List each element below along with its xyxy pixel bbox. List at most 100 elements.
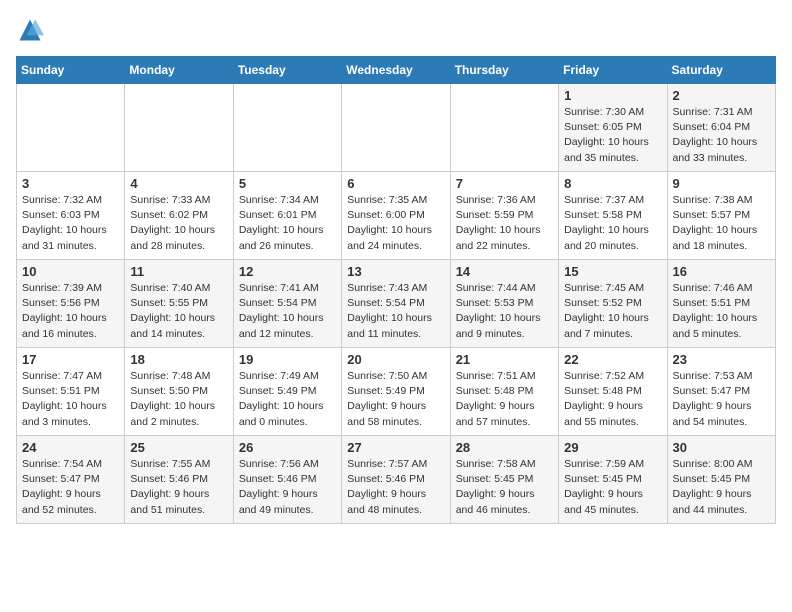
day-number: 8 bbox=[564, 176, 661, 191]
day-number: 19 bbox=[239, 352, 336, 367]
day-info: Sunrise: 7:53 AM Sunset: 5:47 PM Dayligh… bbox=[673, 369, 770, 430]
day-info: Sunrise: 7:38 AM Sunset: 5:57 PM Dayligh… bbox=[673, 193, 770, 254]
day-number: 14 bbox=[456, 264, 553, 279]
day-number: 15 bbox=[564, 264, 661, 279]
day-info: Sunrise: 7:48 AM Sunset: 5:50 PM Dayligh… bbox=[130, 369, 227, 430]
calendar-cell: 17 Sunrise: 7:47 AM Sunset: 5:51 PM Dayli… bbox=[17, 348, 125, 436]
day-info: Sunrise: 7:44 AM Sunset: 5:53 PM Dayligh… bbox=[456, 281, 553, 342]
day-info: Sunrise: 7:31 AM Sunset: 6:04 PM Dayligh… bbox=[673, 105, 770, 166]
col-header-sunday: Sunday bbox=[17, 57, 125, 84]
day-number: 18 bbox=[130, 352, 227, 367]
calendar-cell: 10 Sunrise: 7:39 AM Sunset: 5:56 PM Dayli… bbox=[17, 260, 125, 348]
day-info: Sunrise: 7:50 AM Sunset: 5:49 PM Dayligh… bbox=[347, 369, 444, 430]
calendar-cell: 29 Sunrise: 7:59 AM Sunset: 5:45 PM Dayli… bbox=[559, 436, 667, 524]
calendar-cell bbox=[125, 84, 233, 172]
day-number: 25 bbox=[130, 440, 227, 455]
day-info: Sunrise: 7:52 AM Sunset: 5:48 PM Dayligh… bbox=[564, 369, 661, 430]
day-number: 21 bbox=[456, 352, 553, 367]
day-info: Sunrise: 7:45 AM Sunset: 5:52 PM Dayligh… bbox=[564, 281, 661, 342]
calendar-cell bbox=[450, 84, 558, 172]
day-number: 28 bbox=[456, 440, 553, 455]
day-number: 27 bbox=[347, 440, 444, 455]
calendar-cell: 7 Sunrise: 7:36 AM Sunset: 5:59 PM Daylig… bbox=[450, 172, 558, 260]
day-number: 5 bbox=[239, 176, 336, 191]
day-info: Sunrise: 7:34 AM Sunset: 6:01 PM Dayligh… bbox=[239, 193, 336, 254]
calendar-cell: 18 Sunrise: 7:48 AM Sunset: 5:50 PM Dayli… bbox=[125, 348, 233, 436]
calendar-cell: 8 Sunrise: 7:37 AM Sunset: 5:58 PM Daylig… bbox=[559, 172, 667, 260]
col-header-wednesday: Wednesday bbox=[342, 57, 450, 84]
col-header-monday: Monday bbox=[125, 57, 233, 84]
day-info: Sunrise: 7:46 AM Sunset: 5:51 PM Dayligh… bbox=[673, 281, 770, 342]
day-number: 29 bbox=[564, 440, 661, 455]
calendar-header-row: SundayMondayTuesdayWednesdayThursdayFrid… bbox=[17, 57, 776, 84]
day-info: Sunrise: 7:58 AM Sunset: 5:45 PM Dayligh… bbox=[456, 457, 553, 518]
calendar-cell: 22 Sunrise: 7:52 AM Sunset: 5:48 PM Dayli… bbox=[559, 348, 667, 436]
day-info: Sunrise: 7:30 AM Sunset: 6:05 PM Dayligh… bbox=[564, 105, 661, 166]
day-number: 16 bbox=[673, 264, 770, 279]
calendar-cell: 11 Sunrise: 7:40 AM Sunset: 5:55 PM Dayli… bbox=[125, 260, 233, 348]
day-number: 12 bbox=[239, 264, 336, 279]
day-number: 4 bbox=[130, 176, 227, 191]
calendar-week-row: 3 Sunrise: 7:32 AM Sunset: 6:03 PM Daylig… bbox=[17, 172, 776, 260]
day-info: Sunrise: 7:33 AM Sunset: 6:02 PM Dayligh… bbox=[130, 193, 227, 254]
calendar-cell: 6 Sunrise: 7:35 AM Sunset: 6:00 PM Daylig… bbox=[342, 172, 450, 260]
calendar-cell: 5 Sunrise: 7:34 AM Sunset: 6:01 PM Daylig… bbox=[233, 172, 341, 260]
day-info: Sunrise: 7:39 AM Sunset: 5:56 PM Dayligh… bbox=[22, 281, 119, 342]
day-number: 30 bbox=[673, 440, 770, 455]
day-number: 2 bbox=[673, 88, 770, 103]
calendar-week-row: 10 Sunrise: 7:39 AM Sunset: 5:56 PM Dayli… bbox=[17, 260, 776, 348]
col-header-saturday: Saturday bbox=[667, 57, 775, 84]
day-info: Sunrise: 7:57 AM Sunset: 5:46 PM Dayligh… bbox=[347, 457, 444, 518]
day-info: Sunrise: 7:56 AM Sunset: 5:46 PM Dayligh… bbox=[239, 457, 336, 518]
day-number: 3 bbox=[22, 176, 119, 191]
calendar-week-row: 24 Sunrise: 7:54 AM Sunset: 5:47 PM Dayli… bbox=[17, 436, 776, 524]
day-info: Sunrise: 7:47 AM Sunset: 5:51 PM Dayligh… bbox=[22, 369, 119, 430]
calendar-cell: 27 Sunrise: 7:57 AM Sunset: 5:46 PM Dayli… bbox=[342, 436, 450, 524]
day-info: Sunrise: 7:36 AM Sunset: 5:59 PM Dayligh… bbox=[456, 193, 553, 254]
calendar-cell: 1 Sunrise: 7:30 AM Sunset: 6:05 PM Daylig… bbox=[559, 84, 667, 172]
page-header bbox=[16, 16, 776, 44]
calendar-week-row: 1 Sunrise: 7:30 AM Sunset: 6:05 PM Daylig… bbox=[17, 84, 776, 172]
day-info: Sunrise: 7:32 AM Sunset: 6:03 PM Dayligh… bbox=[22, 193, 119, 254]
day-info: Sunrise: 7:37 AM Sunset: 5:58 PM Dayligh… bbox=[564, 193, 661, 254]
calendar-cell: 21Sunrise: 7:51 AM Sunset: 5:48 PM Dayli… bbox=[450, 348, 558, 436]
calendar-cell: 15 Sunrise: 7:45 AM Sunset: 5:52 PM Dayli… bbox=[559, 260, 667, 348]
calendar-cell bbox=[342, 84, 450, 172]
day-info: Sunrise: 7:43 AM Sunset: 5:54 PM Dayligh… bbox=[347, 281, 444, 342]
day-number: 23 bbox=[673, 352, 770, 367]
day-number: 17 bbox=[22, 352, 119, 367]
calendar-cell: 14 Sunrise: 7:44 AM Sunset: 5:53 PM Dayli… bbox=[450, 260, 558, 348]
day-number: 20 bbox=[347, 352, 444, 367]
calendar-cell: 2 Sunrise: 7:31 AM Sunset: 6:04 PM Daylig… bbox=[667, 84, 775, 172]
day-number: 7 bbox=[456, 176, 553, 191]
day-info: Sunrise: 7:40 AM Sunset: 5:55 PM Dayligh… bbox=[130, 281, 227, 342]
calendar-cell: 24 Sunrise: 7:54 AM Sunset: 5:47 PM Dayli… bbox=[17, 436, 125, 524]
col-header-tuesday: Tuesday bbox=[233, 57, 341, 84]
day-number: 6 bbox=[347, 176, 444, 191]
calendar-cell: 20 Sunrise: 7:50 AM Sunset: 5:49 PM Dayli… bbox=[342, 348, 450, 436]
day-number: 24 bbox=[22, 440, 119, 455]
day-number: 11 bbox=[130, 264, 227, 279]
day-info: Sunrise: 7:54 AM Sunset: 5:47 PM Dayligh… bbox=[22, 457, 119, 518]
calendar-cell: 30 Sunrise: 8:00 AM Sunset: 5:45 PM Dayli… bbox=[667, 436, 775, 524]
calendar-table: SundayMondayTuesdayWednesdayThursdayFrid… bbox=[16, 56, 776, 524]
day-info: Sunrise: 7:59 AM Sunset: 5:45 PM Dayligh… bbox=[564, 457, 661, 518]
calendar-cell: 12Sunrise: 7:41 AM Sunset: 5:54 PM Dayli… bbox=[233, 260, 341, 348]
calendar-cell: 9Sunrise: 7:38 AM Sunset: 5:57 PM Daylig… bbox=[667, 172, 775, 260]
calendar-cell: 3 Sunrise: 7:32 AM Sunset: 6:03 PM Daylig… bbox=[17, 172, 125, 260]
day-number: 1 bbox=[564, 88, 661, 103]
calendar-cell: 23 Sunrise: 7:53 AM Sunset: 5:47 PM Dayli… bbox=[667, 348, 775, 436]
day-info: Sunrise: 7:49 AM Sunset: 5:49 PM Dayligh… bbox=[239, 369, 336, 430]
calendar-week-row: 17 Sunrise: 7:47 AM Sunset: 5:51 PM Dayli… bbox=[17, 348, 776, 436]
col-header-thursday: Thursday bbox=[450, 57, 558, 84]
day-number: 22 bbox=[564, 352, 661, 367]
calendar-cell: 25 Sunrise: 7:55 AM Sunset: 5:46 PM Dayli… bbox=[125, 436, 233, 524]
day-info: Sunrise: 7:35 AM Sunset: 6:00 PM Dayligh… bbox=[347, 193, 444, 254]
day-number: 10 bbox=[22, 264, 119, 279]
calendar-cell: 4 Sunrise: 7:33 AM Sunset: 6:02 PM Daylig… bbox=[125, 172, 233, 260]
col-header-friday: Friday bbox=[559, 57, 667, 84]
calendar-cell: 26Sunrise: 7:56 AM Sunset: 5:46 PM Dayli… bbox=[233, 436, 341, 524]
calendar-cell: 16 Sunrise: 7:46 AM Sunset: 5:51 PM Dayli… bbox=[667, 260, 775, 348]
day-info: Sunrise: 8:00 AM Sunset: 5:45 PM Dayligh… bbox=[673, 457, 770, 518]
day-info: Sunrise: 7:55 AM Sunset: 5:46 PM Dayligh… bbox=[130, 457, 227, 518]
